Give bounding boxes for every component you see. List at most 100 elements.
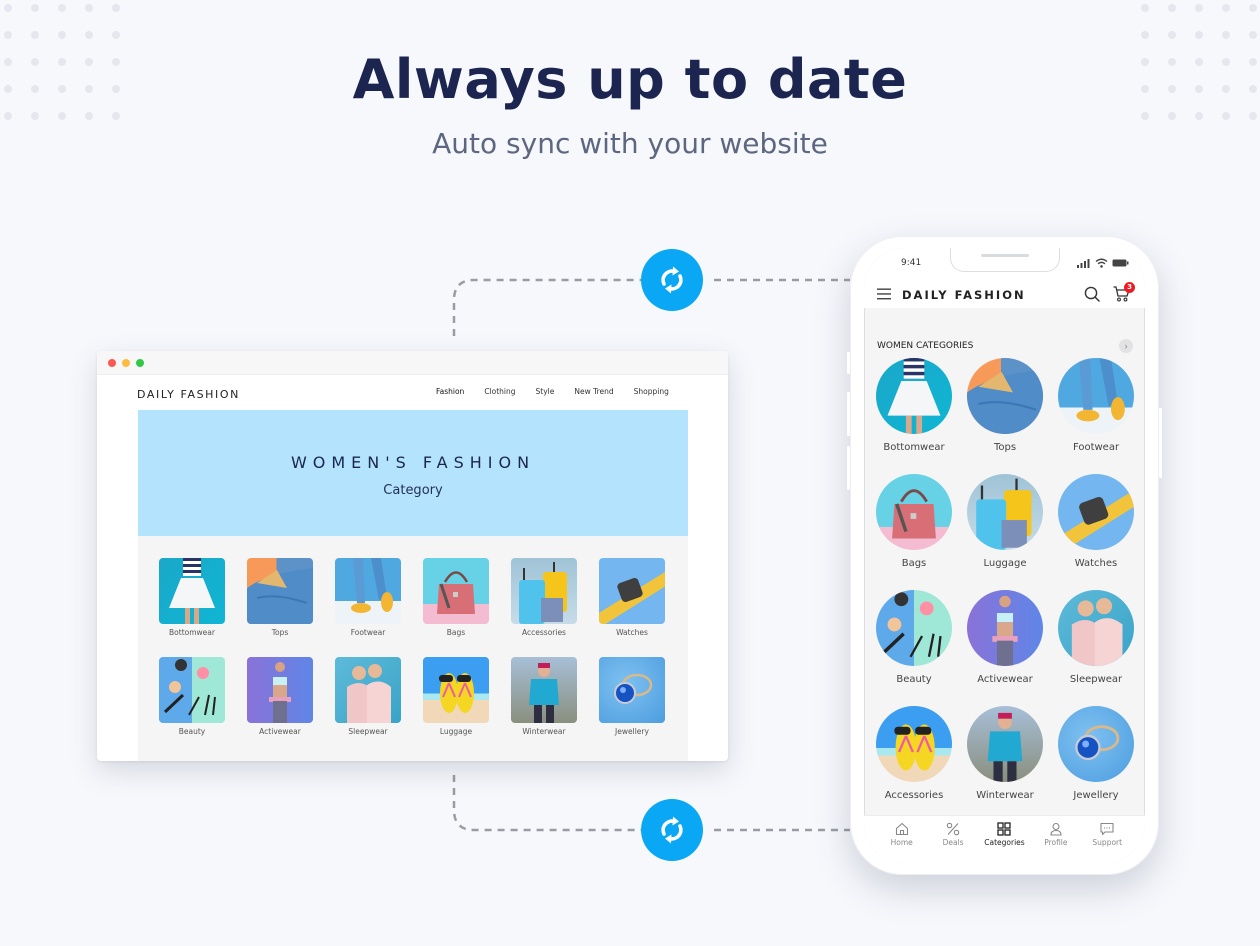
makeup-image bbox=[876, 590, 952, 666]
tab-label: Profile bbox=[1044, 838, 1068, 847]
website-category-item[interactable]: Footwear bbox=[335, 558, 401, 637]
website-category-item[interactable]: Bags bbox=[423, 558, 489, 637]
app-category-item[interactable]: Beauty bbox=[876, 590, 952, 706]
website-category-item[interactable]: Accessories bbox=[511, 558, 577, 637]
sandals-image bbox=[335, 558, 401, 624]
ring-image bbox=[599, 657, 665, 723]
website-content: WOMEN'S FASHION Category Bottomwear Tops… bbox=[138, 410, 688, 761]
percent-icon bbox=[930, 822, 976, 836]
hero-subtitle: Auto sync with your website bbox=[432, 127, 828, 160]
puffer-jacket-image bbox=[967, 706, 1043, 782]
category-label: Luggage bbox=[439, 727, 473, 736]
decorative-dot bbox=[1168, 4, 1176, 12]
nav-link-clothing[interactable]: Clothing bbox=[484, 387, 515, 396]
website-logo[interactable]: DAILY FASHION bbox=[137, 388, 240, 401]
window-maximize-button[interactable] bbox=[136, 359, 144, 367]
website-category-item[interactable]: Tops bbox=[247, 558, 313, 637]
signal-icon bbox=[1077, 258, 1090, 268]
makeup-image bbox=[159, 657, 225, 723]
tab-deals[interactable]: Deals bbox=[930, 816, 976, 863]
category-label: Jewellery bbox=[1073, 790, 1119, 801]
app-category-grid: Bottomwear Tops Footwear Bags Luggage Wa… bbox=[876, 358, 1138, 822]
phone-screen: 9:41 DAILY FASHION 3 WOMEN CATEGORIES › … bbox=[864, 248, 1145, 863]
nav-link-fashion[interactable]: Fashion bbox=[436, 387, 464, 396]
app-category-item[interactable]: Bottomwear bbox=[876, 358, 952, 474]
sync-button-top[interactable] bbox=[641, 249, 703, 311]
category-label: Watches bbox=[1074, 558, 1118, 569]
category-label: Tops bbox=[993, 442, 1017, 453]
decorative-dot bbox=[1195, 112, 1203, 120]
pajamas-image bbox=[335, 657, 401, 723]
fitness-image bbox=[967, 590, 1043, 666]
decorative-dot bbox=[1141, 4, 1149, 12]
decorative-dot bbox=[1222, 4, 1230, 12]
category-label: Sleepwear bbox=[1069, 674, 1123, 685]
battery-icon bbox=[1112, 259, 1129, 267]
app-category-item[interactable]: Tops bbox=[967, 358, 1043, 474]
app-category-item[interactable]: Watches bbox=[1058, 474, 1134, 590]
website-category-item[interactable]: Activewear bbox=[247, 657, 313, 736]
decorative-dot bbox=[58, 4, 66, 12]
category-label: Activewear bbox=[259, 727, 301, 736]
app-category-item[interactable]: Accessories bbox=[876, 706, 952, 822]
decorative-dot bbox=[1195, 31, 1203, 39]
tab-home[interactable]: Home bbox=[879, 816, 925, 863]
phone-mockup: 9:41 DAILY FASHION 3 WOMEN CATEGORIES › … bbox=[847, 236, 1162, 875]
app-category-item[interactable]: Winterwear bbox=[967, 706, 1043, 822]
website-category-item[interactable]: Winterwear bbox=[511, 657, 577, 736]
hero-title: Always up to date bbox=[352, 48, 908, 111]
website-category-item[interactable]: Jewellery bbox=[599, 657, 665, 736]
category-label: Winterwear bbox=[976, 790, 1034, 801]
tab-profile[interactable]: Profile bbox=[1033, 816, 1079, 863]
decorative-dot bbox=[4, 112, 12, 120]
grid-icon bbox=[981, 822, 1027, 836]
app-category-item[interactable]: Activewear bbox=[967, 590, 1043, 706]
home-icon bbox=[879, 822, 925, 836]
app-category-item[interactable]: Sleepwear bbox=[1058, 590, 1134, 706]
section-more-button[interactable]: › bbox=[1119, 339, 1133, 353]
search-icon[interactable] bbox=[1084, 286, 1100, 302]
website-category-item[interactable]: Beauty bbox=[159, 657, 225, 736]
app-category-item[interactable]: Luggage bbox=[967, 474, 1043, 590]
chat-icon bbox=[1084, 822, 1130, 836]
category-banner: WOMEN'S FASHION Category bbox=[138, 410, 688, 536]
puffer-jacket-image bbox=[511, 657, 577, 723]
handbag-image bbox=[876, 474, 952, 550]
decorative-dot bbox=[31, 112, 39, 120]
banner-subtitle: Category bbox=[383, 483, 443, 498]
nav-link-shopping[interactable]: Shopping bbox=[634, 387, 669, 396]
skirt-image bbox=[876, 358, 952, 434]
tab-categories[interactable]: Categories bbox=[981, 816, 1027, 863]
website-category-item[interactable]: Luggage bbox=[423, 657, 489, 736]
phone-mute-switch bbox=[847, 352, 850, 374]
website-category-item[interactable]: Bottomwear bbox=[159, 558, 225, 637]
handbag-image bbox=[423, 558, 489, 624]
cart-button[interactable]: 3 bbox=[1113, 282, 1135, 307]
nav-link-new-trend[interactable]: New Trend bbox=[574, 387, 613, 396]
app-header: DAILY FASHION 3 bbox=[864, 278, 1145, 308]
website-category-item[interactable]: Sleepwear bbox=[335, 657, 401, 736]
phone-volume-up bbox=[847, 392, 850, 436]
hamburger-menu-icon[interactable] bbox=[877, 288, 891, 300]
nav-link-style[interactable]: Style bbox=[536, 387, 555, 396]
decorative-dot bbox=[4, 4, 12, 12]
app-category-item[interactable]: Bags bbox=[876, 474, 952, 590]
decorative-dot bbox=[58, 112, 66, 120]
browser-title-bar bbox=[97, 351, 728, 375]
website-category-item[interactable]: Watches bbox=[599, 558, 665, 637]
window-minimize-button[interactable] bbox=[122, 359, 130, 367]
tab-support[interactable]: Support bbox=[1084, 816, 1130, 863]
section-title: WOMEN CATEGORIES bbox=[877, 341, 974, 351]
decorative-dot bbox=[31, 31, 39, 39]
window-close-button[interactable] bbox=[108, 359, 116, 367]
app-category-item[interactable]: Footwear bbox=[1058, 358, 1134, 474]
decorative-dot bbox=[85, 112, 93, 120]
app-category-item[interactable]: Jewellery bbox=[1058, 706, 1134, 822]
tab-label: Support bbox=[1092, 838, 1123, 847]
sync-button-bottom[interactable] bbox=[641, 799, 703, 861]
decorative-dot bbox=[85, 4, 93, 12]
category-label: Beauty bbox=[178, 727, 206, 736]
category-label: Tops bbox=[271, 628, 289, 637]
smartwatch-image bbox=[1058, 474, 1134, 550]
decorative-dot bbox=[58, 31, 66, 39]
